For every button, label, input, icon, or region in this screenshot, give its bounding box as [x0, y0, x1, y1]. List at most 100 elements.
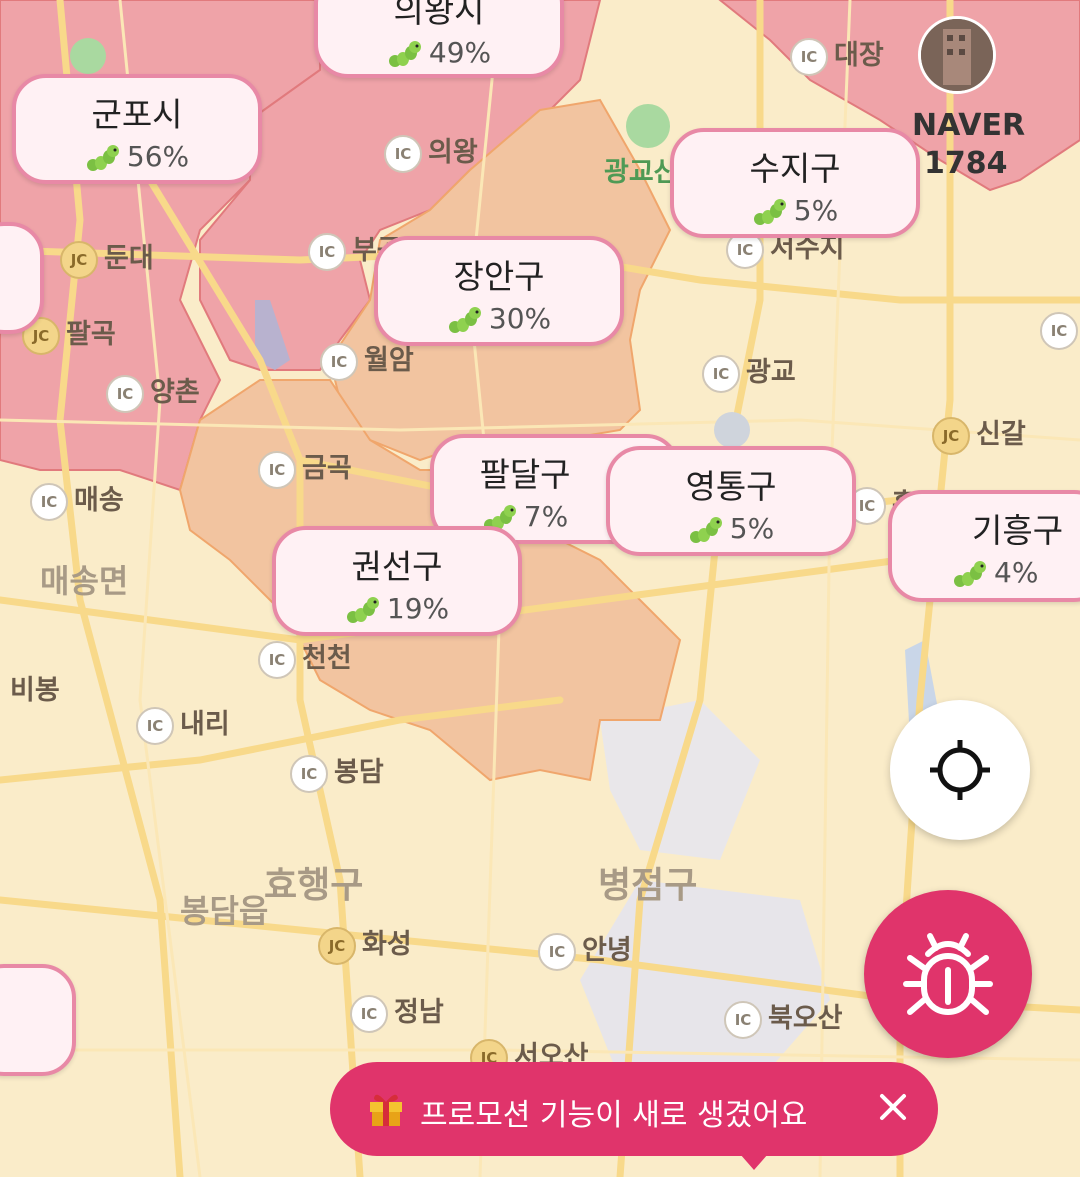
place-text: 의왕 — [428, 137, 478, 168]
place-label-singal: JC 신갈 — [932, 412, 1026, 455]
region-percent-value: 5% — [793, 194, 839, 227]
caterpillar-icon — [448, 307, 481, 333]
ic-marker-icon: IC — [290, 754, 328, 793]
region-name: 장안구 — [453, 257, 545, 296]
place-label-bugosan: IC 북오산 — [724, 996, 843, 1039]
place-text: 월암 — [364, 345, 414, 376]
place-label-geumgok: IC 금곡 — [258, 446, 352, 489]
place-label-naeri: IC 내리 — [136, 702, 230, 745]
place-label-bongdam: IC 봉담 — [290, 750, 384, 793]
place-text: 광교 — [746, 357, 796, 388]
region-name: 군포시 — [91, 95, 183, 134]
caterpillar-icon — [346, 597, 379, 623]
region-bubble-offscreen-left[interactable] — [0, 222, 44, 334]
ic-marker-icon: IC — [702, 354, 740, 393]
ic-marker-icon: IC — [308, 232, 346, 271]
toast-pointer — [740, 1154, 768, 1170]
region-percent-value: 49% — [428, 36, 492, 69]
ic-marker-icon: IC — [136, 706, 174, 745]
region-percent-value: 7% — [523, 500, 569, 533]
place-label-ic-edge: IC — [1040, 312, 1080, 350]
place-text: 안녕 — [582, 935, 632, 966]
region-bubble-offscreen-bottom-left[interactable] — [0, 964, 76, 1076]
ic-marker-icon: IC — [1040, 312, 1078, 350]
locate-me-button[interactable] — [890, 700, 1030, 840]
place-text: 화성 — [362, 929, 412, 960]
place-label-anyeong: IC 안녕 — [538, 928, 632, 971]
promotion-toast[interactable]: 프로모션 기능이 새로 생겼어요 — [330, 1062, 938, 1156]
gift-icon — [370, 1094, 402, 1126]
landmark-photo-marker[interactable] — [918, 16, 996, 94]
landmark-sublabel: 1784 — [924, 146, 1008, 181]
place-text: 매송 — [74, 485, 124, 516]
caterpillar-icon — [954, 561, 986, 587]
caterpillar-icon — [753, 199, 786, 225]
crosshair-icon — [930, 740, 990, 800]
place-label-gwanggyosan: 광교산 — [604, 157, 679, 188]
place-text: 천천 — [302, 643, 352, 674]
jc-marker-icon: JC — [318, 926, 356, 965]
place-label-dundae: JC 둔대 — [60, 236, 154, 279]
region-bubble-gwonseon[interactable]: 권선구 19% — [272, 526, 522, 636]
place-text: 둔대 — [104, 243, 154, 274]
region-bubble-jangan[interactable]: 장안구 30% — [374, 236, 624, 346]
caterpillar-icon — [388, 41, 421, 67]
ic-marker-icon: IC — [258, 450, 296, 489]
region-name: 수지구 — [749, 149, 841, 188]
region-bubble-uiwang[interactable]: 의왕시 49% — [314, 0, 564, 78]
place-text: 대장 — [834, 40, 884, 71]
region-percent-value: 56% — [126, 140, 190, 173]
region-percent: 5% — [610, 512, 852, 545]
region-name: 기흥구 — [972, 511, 1064, 550]
region-percent-value: 4% — [994, 556, 1039, 589]
ic-marker-icon: IC — [320, 342, 358, 381]
ic-marker-icon: IC — [30, 482, 68, 521]
region-name: 의왕시 — [393, 0, 485, 30]
place-label-byeongjeomgu: 병점구 — [598, 865, 698, 906]
region-bubble-gunpo[interactable]: 군포시 56% — [12, 74, 262, 184]
ic-marker-icon: IC — [258, 640, 296, 679]
jc-marker-icon: JC — [932, 416, 970, 455]
caterpillar-icon — [86, 145, 119, 171]
bug-icon — [903, 933, 993, 1015]
region-percent-value: 5% — [729, 512, 775, 545]
place-label-jeongnam: IC 정남 — [350, 990, 444, 1033]
place-label-bibong: 비봉 — [10, 675, 60, 706]
ic-marker-icon: IC — [384, 134, 422, 173]
bug-report-button[interactable] — [864, 890, 1032, 1058]
place-label-hwaseong: JC 화성 — [318, 922, 412, 965]
region-name: 영통구 — [685, 467, 777, 506]
region-bubble-yeongtong[interactable]: 영통구 5% — [606, 446, 856, 556]
region-percent: 5% — [674, 194, 916, 227]
region-percent: 49% — [318, 36, 560, 69]
ic-marker-icon: IC — [538, 932, 576, 971]
place-text: 정남 — [394, 997, 444, 1028]
region-percent-value: 19% — [386, 592, 450, 625]
region-bubble-giheung[interactable]: 기흥구 4% — [888, 490, 1080, 602]
landmark-label: NAVER — [912, 108, 1026, 143]
place-label-hyohaenggu: 효행구 — [264, 865, 364, 906]
place-text: 봉담 — [334, 757, 384, 788]
place-text: 양촌 — [150, 377, 200, 408]
place-text: 신갈 — [976, 419, 1026, 450]
ic-marker-icon: IC — [350, 994, 388, 1033]
region-percent: 56% — [16, 140, 258, 173]
region-percent: 4% — [952, 556, 1080, 589]
caterpillar-icon — [689, 517, 722, 543]
ic-marker-icon: IC — [724, 1000, 762, 1039]
ic-marker-icon: IC — [790, 37, 828, 76]
region-percent: 19% — [276, 592, 518, 625]
place-label-bongdameup: 봉담읍 — [180, 892, 269, 930]
place-label-yangchon: IC 양촌 — [106, 370, 200, 413]
region-bubble-suji[interactable]: 수지구 5% — [670, 128, 920, 238]
place-label-cheoncheon: IC 천천 — [258, 636, 352, 679]
place-label-maesong: IC 매송 — [30, 478, 124, 521]
place-text: 내리 — [180, 709, 230, 740]
close-icon — [880, 1094, 906, 1120]
place-label-maesongmyeon: 매송면 — [40, 562, 129, 600]
toast-close-button[interactable] — [870, 1084, 916, 1130]
place-text: 북오산 — [768, 1003, 843, 1034]
region-percent-value: 30% — [488, 302, 552, 335]
place-text: 팔곡 — [66, 319, 116, 350]
region-name: 권선구 — [351, 547, 443, 586]
